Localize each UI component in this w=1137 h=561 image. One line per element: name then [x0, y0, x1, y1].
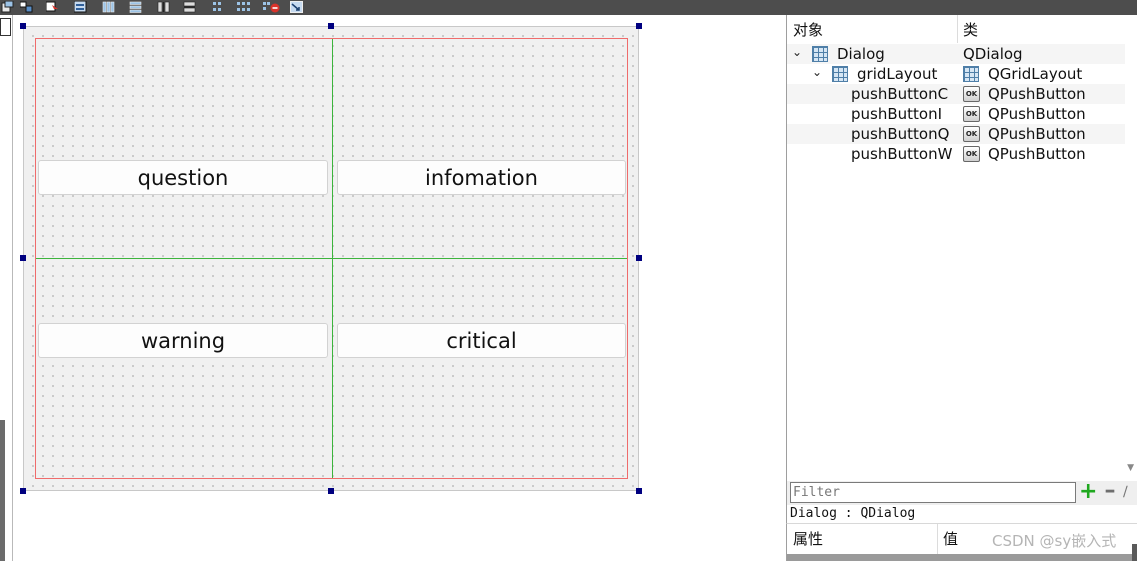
- selection-handle-right[interactable]: [636, 255, 642, 261]
- tree-row-pushbuttonc[interactable]: pushButtonC OK QPushButton: [787, 84, 1125, 104]
- selected-object-label: Dialog : QDialog: [786, 505, 1137, 523]
- tree-item-name: pushButtonC: [851, 85, 949, 103]
- selection-handle-bottom-left[interactable]: [20, 488, 26, 494]
- push-button-icon: OK: [963, 86, 980, 102]
- tree-item-class: QDialog: [963, 45, 1023, 63]
- scroll-down-arrow-icon[interactable]: ▼: [1127, 463, 1134, 473]
- layout-grid-icon[interactable]: [237, 1, 250, 13]
- layout-horizontal-splitter-icon[interactable]: [157, 1, 170, 13]
- question-button[interactable]: question: [38, 160, 328, 195]
- grid-layout-icon: [832, 66, 848, 82]
- header-separator: [937, 524, 938, 554]
- selection-handle-top-right[interactable]: [636, 23, 642, 29]
- gutter-scrollbar[interactable]: [0, 420, 5, 561]
- tree-row-pushbuttonq[interactable]: pushButtonQ OK QPushButton: [787, 124, 1125, 144]
- tree-item-class: QPushButton: [988, 145, 1086, 163]
- class-column-header[interactable]: 类: [963, 19, 978, 40]
- grid-layout-frame[interactable]: question infomation warning critical: [35, 38, 628, 479]
- adjust-size-icon[interactable]: [290, 1, 303, 13]
- tree-row-pushbuttoni[interactable]: pushButtonI OK QPushButton: [787, 104, 1125, 124]
- edit-tab-order-icon[interactable]: [46, 1, 59, 13]
- tree-item-name: gridLayout: [857, 65, 938, 83]
- widget-box-icon[interactable]: [20, 1, 33, 13]
- layout-horizontal-icon[interactable]: [102, 1, 115, 13]
- property-column-header[interactable]: 属性: [793, 528, 823, 549]
- dialog-icon: [812, 46, 828, 62]
- remove-property-button[interactable]: –: [1101, 478, 1119, 503]
- new-form-icon[interactable]: [1, 1, 14, 13]
- header-separator: [957, 15, 958, 43]
- chevron-down-icon[interactable]: ⌄: [812, 65, 822, 79]
- object-column-header[interactable]: 对象: [793, 19, 823, 40]
- object-inspector: 对象 类 ⌄ Dialog QDialog ⌄ gridLayout QGrid…: [786, 15, 1137, 481]
- tree-item-name: pushButtonI: [851, 105, 943, 123]
- push-button-icon: OK: [963, 106, 980, 122]
- tree-item-class: QPushButton: [988, 125, 1086, 143]
- tree-item-class: QGridLayout: [988, 65, 1083, 83]
- grid-row-divider: [36, 258, 627, 259]
- layout-vertical-splitter-icon[interactable]: [183, 1, 196, 13]
- filter-input[interactable]: [790, 482, 1076, 503]
- tree-item-class: QPushButton: [988, 105, 1086, 123]
- edit-buddies-icon[interactable]: [74, 1, 87, 13]
- push-button-icon: OK: [963, 126, 980, 142]
- wrench-icon: ∕: [1123, 484, 1128, 500]
- property-group-row[interactable]: [787, 554, 1137, 561]
- selection-handle-bottom[interactable]: [328, 488, 334, 494]
- infomation-button[interactable]: infomation: [337, 160, 626, 195]
- tree-row-pushbuttonw[interactable]: pushButtonW OK QPushButton: [787, 144, 1125, 164]
- break-layout-icon[interactable]: [263, 1, 280, 13]
- layout-vertical-icon[interactable]: [129, 1, 142, 13]
- tree-item-name: Dialog: [837, 45, 885, 63]
- tree-row-dialog[interactable]: ⌄ Dialog QDialog: [787, 44, 1125, 64]
- selection-handle-top[interactable]: [328, 23, 334, 29]
- tree-item-class: QPushButton: [988, 85, 1086, 103]
- chevron-down-icon[interactable]: ⌄: [792, 45, 802, 59]
- tree-item-name: pushButtonQ: [851, 125, 950, 143]
- selection-handle-left[interactable]: [20, 255, 26, 261]
- qt-designer-window: question infomation warning critical 对象 …: [0, 0, 1137, 561]
- left-dock-gutter: [0, 15, 13, 561]
- minus-icon: –: [1104, 478, 1116, 503]
- property-filter-bar: + – ∕: [786, 478, 1137, 505]
- selection-handle-top-left[interactable]: [20, 23, 26, 29]
- push-button-icon: OK: [963, 146, 980, 162]
- value-column-header[interactable]: 值: [943, 528, 958, 549]
- tree-item-name: pushButtonW: [851, 145, 953, 163]
- add-property-button[interactable]: +: [1079, 481, 1097, 503]
- dialog-form-canvas[interactable]: question infomation warning critical: [23, 26, 639, 491]
- plus-icon: +: [1079, 479, 1098, 504]
- watermark: CSDN @sy嵌入式: [992, 532, 1117, 550]
- layout-form-icon[interactable]: [211, 1, 224, 13]
- critical-button[interactable]: critical: [337, 323, 626, 358]
- warning-button[interactable]: warning: [38, 323, 328, 358]
- gutter-field[interactable]: [0, 18, 11, 36]
- property-scrollbar[interactable]: [1132, 544, 1137, 561]
- tree-row-gridlayout[interactable]: ⌄ gridLayout QGridLayout: [787, 64, 1125, 84]
- designer-toolbar: [0, 0, 1137, 15]
- grid-layout-icon: [963, 66, 979, 82]
- selection-handle-bottom-right[interactable]: [636, 488, 642, 494]
- configure-button[interactable]: ∕: [1123, 481, 1137, 503]
